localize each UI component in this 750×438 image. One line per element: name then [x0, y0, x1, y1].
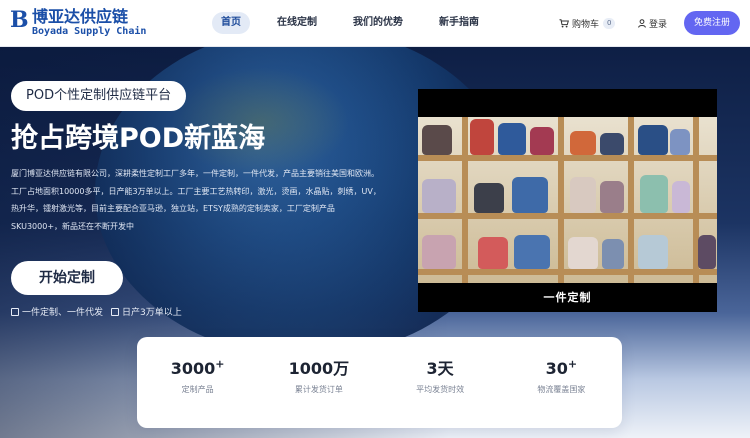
backpack: [478, 237, 508, 269]
backpack: [600, 181, 624, 213]
backpack: [672, 181, 690, 213]
copy-icon: [11, 307, 19, 316]
stat-item: 30+ 物流覆盖国家: [501, 337, 622, 428]
nav-link-guide[interactable]: 新手指南: [430, 12, 488, 34]
backpack: [638, 235, 668, 269]
stat-label: 定制产品: [181, 385, 214, 394]
start-custom-button[interactable]: 开始定制: [11, 261, 123, 295]
stat-value: 30+: [501, 359, 622, 379]
logo-text-cn: 博亚达供应链: [32, 7, 129, 26]
nav-link-home[interactable]: 首页: [212, 12, 250, 34]
logo-text-en: Boyada Supply Chain: [32, 26, 147, 37]
cart-icon: [559, 19, 569, 28]
stat-plus: +: [215, 357, 225, 371]
stat-label: 物流覆盖国家: [537, 385, 586, 394]
shelf-post: [558, 117, 564, 283]
stat-item: 3天 平均发货时效: [380, 337, 501, 428]
stat-number: 30: [545, 359, 568, 378]
backpack: [698, 235, 716, 269]
hero-headline: 抢占跨境POD新蓝海: [11, 123, 266, 154]
register-button[interactable]: 免费注册: [684, 11, 740, 35]
video-frame-shelves: [418, 117, 717, 283]
logo[interactable]: B 博亚达供应链 Boyada Supply Chain: [10, 7, 160, 39]
backpack: [570, 177, 596, 213]
video-caption: 一件定制: [543, 291, 592, 304]
nav-link-advantages[interactable]: 我们的优势: [344, 12, 412, 34]
feature-item: 一件定制、一件代发: [11, 305, 103, 318]
cart-link[interactable]: 购物车 0: [559, 17, 616, 30]
nav-links: 首页 在线定制 我们的优势 新手指南: [212, 12, 506, 34]
backpack: [514, 235, 550, 269]
stat-label: 累计发货订单: [294, 385, 343, 394]
backpack: [474, 183, 504, 213]
feature-label: 一件定制、一件代发: [22, 308, 104, 318]
stat-item: 3000+ 定制产品: [137, 337, 258, 428]
shelf-post: [462, 117, 468, 283]
user-icon: [638, 19, 646, 28]
backpack: [470, 119, 494, 155]
hero-features: 一件定制、一件代发 日产3万单以上: [11, 305, 190, 318]
stat-item: 1000万 累计发货订单: [258, 337, 379, 428]
backpack: [568, 237, 598, 269]
backpack: [602, 239, 624, 269]
backpack: [640, 175, 668, 213]
login-label: 登录: [649, 20, 668, 30]
stat-number: 3天: [426, 359, 454, 378]
stat-label: 平均发货时效: [416, 385, 465, 394]
stat-number: 3000: [170, 359, 216, 378]
backpack: [570, 131, 596, 155]
nav-link-custom[interactable]: 在线定制: [268, 12, 326, 34]
shelf-post: [628, 117, 634, 283]
logo-mark-icon: B: [10, 7, 29, 33]
backpack: [422, 125, 452, 155]
backpack: [530, 127, 554, 155]
stat-value: 3000+: [137, 359, 258, 379]
stat-number: 1000万: [288, 359, 350, 378]
backpack: [638, 125, 668, 155]
promo-video[interactable]: 一件定制: [418, 89, 717, 312]
backpack: [600, 133, 624, 155]
document-icon: [111, 307, 120, 316]
login-link[interactable]: 登录: [638, 17, 667, 30]
backpack: [498, 123, 526, 155]
cart-label: 购物车: [572, 20, 600, 30]
stats-card: 3000+ 定制产品 1000万 累计发货订单 3天 平均发货时效 30+ 物流…: [137, 337, 622, 428]
stat-plus: +: [567, 357, 578, 371]
stat-value: 1000万: [258, 359, 379, 379]
platform-tag: POD个性定制供应链平台: [11, 81, 187, 111]
backpack: [670, 129, 690, 155]
feature-item: 日产3万单以上: [111, 305, 182, 318]
backpack: [422, 235, 456, 269]
hero-description: 厦门博亚达供应链有限公司，深耕柔性定制工厂多年，一件定制，一件代发，产品主要销往…: [11, 169, 381, 231]
backpack: [422, 179, 456, 213]
top-navbar: B 博亚达供应链 Boyada Supply Chain 首页 在线定制 我们的…: [0, 0, 750, 47]
feature-label: 日产3万单以上: [122, 308, 182, 318]
cart-count-badge: 0: [603, 18, 616, 29]
backpack: [512, 177, 548, 213]
stat-value: 3天: [380, 359, 501, 379]
